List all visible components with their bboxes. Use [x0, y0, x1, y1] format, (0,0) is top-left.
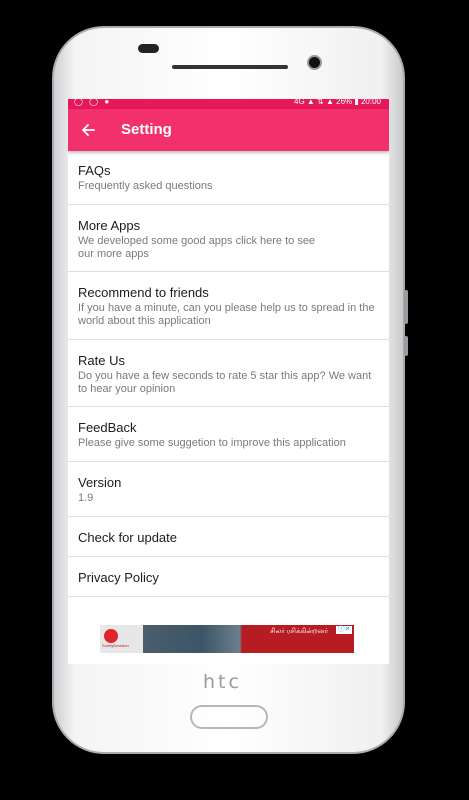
ad-banner[interactable]: SurelyDecision சிலர் ரசிக்கின்றனர் ⓘ✕ [100, 625, 354, 653]
device-brand-logo: htc [203, 671, 242, 693]
home-button[interactable] [190, 705, 268, 729]
version-value: 1.9 [78, 492, 94, 504]
status-icons-right: 4G ▲ ⇅ ▲ 26% ▮ 20:00 [294, 99, 381, 106]
item-title: Rate Us [78, 353, 125, 368]
item-title: Privacy Policy [78, 570, 159, 585]
status-bar: ◯ ◯ ● 4G ▲ ⇅ ▲ 26% ▮ 20:00 [68, 99, 389, 109]
ad-text: சிலர் ரசிக்கின்றனர் [270, 628, 329, 635]
earpiece-speaker [172, 65, 288, 69]
item-title: Check for update [78, 530, 178, 545]
arrow-back-icon[interactable] [78, 120, 98, 140]
item-title: FeedBack [78, 420, 137, 435]
item-title: Version [78, 475, 122, 490]
settings-item-version[interactable]: Version 1.9 [68, 462, 389, 517]
item-title: More Apps [78, 218, 141, 233]
settings-item-more-apps[interactable]: More Apps We developed some good apps cl… [68, 205, 389, 272]
item-subtitle: Do you have a few seconds to rate 5 star… [78, 370, 372, 395]
settings-item-privacy-policy[interactable]: Privacy Policy [68, 557, 389, 597]
sensor-slot [138, 44, 159, 53]
settings-item-check-update[interactable]: Check for update [68, 517, 389, 557]
front-camera [307, 55, 322, 70]
app-bar: Setting [68, 109, 389, 151]
app-screen: ◯ ◯ ● 4G ▲ ⇅ ▲ 26% ▮ 20:00 Setting FAQs … [68, 99, 389, 664]
item-subtitle: Please give some suggetion to improve th… [78, 437, 346, 449]
settings-item-recommend[interactable]: Recommend to friends If you have a minut… [68, 272, 389, 340]
item-subtitle: If you have a minute, can you please hel… [78, 302, 375, 327]
item-subtitle: We developed some good apps click here t… [78, 235, 316, 260]
volume-button [404, 290, 408, 324]
item-title: Recommend to friends [78, 285, 209, 300]
power-button [404, 336, 408, 356]
status-icons-left: ◯ ◯ ● [74, 99, 112, 106]
item-title: FAQs [78, 163, 111, 178]
ad-choices-icon[interactable]: ⓘ✕ [336, 626, 352, 634]
item-subtitle: Frequently asked questions [78, 180, 213, 192]
ad-logo-icon [104, 629, 118, 643]
ad-logo-text: SurelyDecision [102, 643, 129, 648]
settings-item-faqs[interactable]: FAQs Frequently asked questions [68, 151, 389, 205]
settings-list: FAQs Frequently asked questions More App… [68, 151, 389, 597]
settings-item-rate-us[interactable]: Rate Us Do you have a few seconds to rat… [68, 340, 389, 407]
page-title: Setting [121, 121, 172, 138]
settings-item-feedback[interactable]: FeedBack Please give some suggetion to i… [68, 407, 389, 462]
